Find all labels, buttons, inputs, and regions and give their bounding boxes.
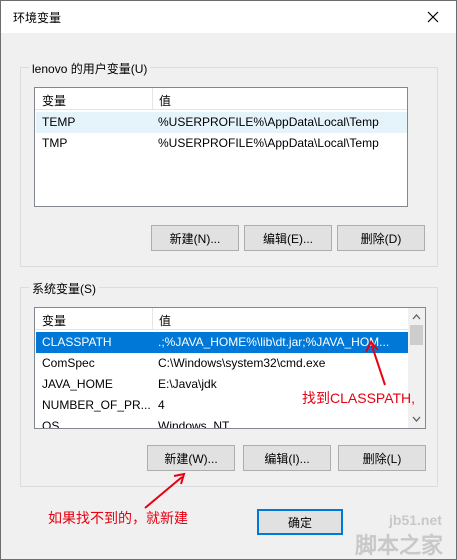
variable-name: TEMP (42, 115, 76, 129)
system-delete-button[interactable]: 删除(L) (338, 445, 426, 471)
column-header-variable[interactable]: 变量 (42, 92, 66, 109)
table-row[interactable]: CLASSPATH .;%JAVA_HOME%\lib\dt.jar;%JAVA… (36, 332, 408, 353)
table-row[interactable]: TEMP %USERPROFILE%\AppData\Local\Temp (36, 112, 407, 133)
variable-value: %USERPROFILE%\AppData\Local\Temp (158, 136, 379, 150)
scroll-down-icon[interactable] (408, 412, 425, 426)
scroll-up-icon[interactable] (408, 310, 425, 324)
watermark-brand: 脚本之家 (355, 533, 444, 558)
system-variables-list[interactable]: 变量 值 CLASSPATH .;%JAVA_HOME%\lib\dt.jar;… (34, 307, 426, 429)
variable-name: ComSpec (42, 356, 95, 370)
environment-variables-dialog: 环境变量 lenovo 的用户变量(U) 变量 值 TEMP %USERPROF… (0, 0, 457, 560)
ok-button[interactable]: 确定 (257, 509, 343, 535)
title-bar: 环境变量 (1, 1, 456, 33)
column-header-variable[interactable]: 变量 (42, 312, 66, 329)
variable-value: C:\Windows\system32\cmd.exe (158, 356, 326, 370)
vertical-scrollbar[interactable] (408, 308, 425, 428)
system-new-button[interactable]: 新建(W)... (147, 445, 235, 471)
column-header-value[interactable]: 值 (159, 312, 171, 329)
table-row[interactable]: TMP %USERPROFILE%\AppData\Local\Temp (36, 133, 407, 154)
annotation-find-classpath: 找到CLASSPATH, (302, 390, 416, 406)
user-variables-label: lenovo 的用户变量(U) (29, 60, 151, 77)
watermark-site: jb51.net (389, 512, 442, 528)
table-row[interactable]: OS Windows_NT (36, 416, 408, 429)
variable-name: TMP (42, 136, 68, 150)
user-edit-button[interactable]: 编辑(E)... (244, 225, 332, 251)
user-list-header: 变量 值 (35, 88, 407, 110)
scrollbar-thumb[interactable] (410, 325, 423, 345)
table-row[interactable]: ComSpec C:\Windows\system32\cmd.exe (36, 353, 408, 374)
column-header-value[interactable]: 值 (159, 92, 171, 109)
window-title: 环境变量 (13, 11, 62, 25)
variable-value: 4 (158, 398, 165, 412)
close-icon (427, 11, 439, 23)
system-edit-button[interactable]: 编辑(I)... (243, 445, 331, 471)
user-variables-list[interactable]: 变量 值 TEMP %USERPROFILE%\AppData\Local\Te… (34, 87, 408, 207)
variable-name: OS (42, 419, 60, 429)
variable-name: CLASSPATH (42, 335, 112, 349)
user-delete-button[interactable]: 删除(D) (337, 225, 425, 251)
close-button[interactable] (416, 3, 450, 31)
system-list-header: 变量 值 (35, 308, 425, 330)
variable-value: Windows_NT (158, 419, 230, 429)
user-new-button[interactable]: 新建(N)... (151, 225, 239, 251)
variable-value: .;%JAVA_HOME%\lib\dt.jar;%JAVA_HOM... (158, 335, 390, 349)
variable-name: JAVA_HOME (42, 377, 113, 391)
annotation-create-if-missing: 如果找不到的，就新建 (48, 510, 188, 526)
variable-value: %USERPROFILE%\AppData\Local\Temp (158, 115, 379, 129)
variable-name: NUMBER_OF_PR... (42, 398, 151, 412)
variable-value: E:\Java\jdk (158, 377, 217, 391)
system-variables-label: 系统变量(S) (29, 280, 99, 297)
